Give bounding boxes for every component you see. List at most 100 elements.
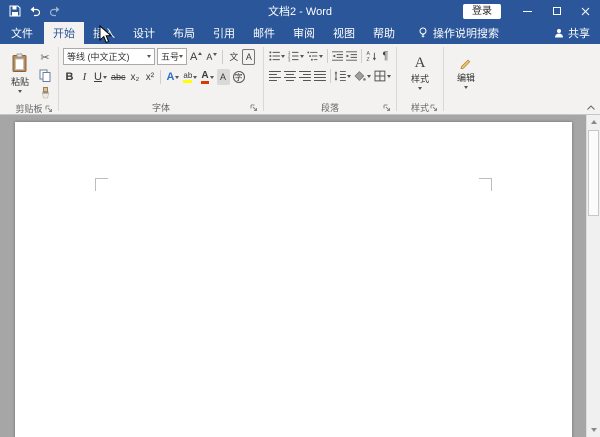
tab-home[interactable]: 开始	[44, 22, 84, 44]
tab-design[interactable]: 设计	[124, 22, 164, 44]
editing-group: 编辑	[444, 44, 488, 114]
tellme-label: 操作说明搜索	[433, 28, 499, 40]
document-page[interactable]	[15, 122, 572, 437]
maximize-button[interactable]	[542, 0, 571, 22]
share-label: 共享	[568, 28, 590, 40]
paragraph-dialog-launcher[interactable]	[383, 104, 391, 112]
undo-button[interactable]	[25, 1, 44, 21]
tab-references[interactable]: 引用	[204, 22, 244, 44]
signin-button[interactable]: 登录	[463, 3, 501, 19]
font-size-select[interactable]: 五号	[157, 48, 187, 65]
numbering-button[interactable]: 123	[287, 48, 305, 64]
word-window: 文档2 - Word 登录 文件 开始 插入 设计 布局 引用 邮件 审阅 视图…	[0, 0, 600, 437]
highlight-dropdown-arrow	[193, 75, 198, 79]
scroll-up-button[interactable]	[587, 115, 600, 129]
styles-button[interactable]: A 样式	[401, 47, 439, 98]
tab-insert[interactable]: 插入	[84, 22, 124, 44]
font-group-label: 字体	[151, 102, 170, 113]
cut-button[interactable]: ✂	[38, 49, 52, 65]
scroll-down-button[interactable]	[587, 423, 600, 437]
share-button[interactable]: 共享	[554, 22, 590, 44]
sort-button[interactable]: AZ	[365, 48, 378, 64]
quick-access-toolbar	[0, 1, 64, 21]
superscript-button[interactable]: x²	[143, 69, 156, 85]
margin-mark-topleft	[95, 178, 108, 191]
strikethrough-button[interactable]: abc	[110, 69, 127, 85]
highlight-button[interactable]: ab	[182, 69, 198, 85]
save-icon	[9, 5, 20, 17]
vertical-scrollbar[interactable]	[586, 115, 600, 437]
shading-button[interactable]	[353, 68, 372, 84]
tab-file[interactable]: 文件	[0, 22, 44, 44]
copy-button[interactable]	[38, 67, 52, 83]
grow-font-button[interactable]: A	[189, 49, 203, 65]
tab-help[interactable]: 帮助	[364, 22, 404, 44]
numbering-icon: 123	[288, 50, 299, 62]
font-group: 等线 (中文正文) 五号 A A 文 A B I U abc x₂ x² A a…	[59, 44, 263, 114]
shading-icon	[354, 71, 367, 81]
increase-indent-icon	[345, 51, 357, 61]
decrease-indent-button[interactable]	[331, 48, 344, 64]
line-spacing-button[interactable]	[333, 68, 352, 84]
paragraph-row-2	[268, 68, 392, 84]
align-right-button[interactable]	[298, 68, 312, 84]
increase-indent-button[interactable]	[345, 48, 358, 64]
show-hide-marks-button[interactable]: ¶	[379, 48, 392, 64]
bullets-button[interactable]	[268, 48, 286, 64]
editing-button[interactable]: 编辑	[448, 47, 484, 98]
tab-mailings[interactable]: 邮件	[244, 22, 284, 44]
paste-button[interactable]: 粘贴	[4, 47, 36, 98]
clipboard-group-label-row: 剪贴板	[4, 101, 54, 115]
phonetic-guide-button[interactable]: 文	[227, 49, 240, 65]
styles-group: A 样式 样式	[397, 44, 443, 114]
copy-icon	[39, 69, 51, 82]
tab-layout[interactable]: 布局	[164, 22, 204, 44]
styles-button-label: 样式	[410, 73, 429, 84]
justify-button[interactable]	[313, 68, 327, 84]
text-effects-button[interactable]: A	[165, 69, 180, 85]
character-shading-button[interactable]: A	[216, 69, 230, 85]
bold-button[interactable]: B	[63, 69, 76, 85]
align-left-button[interactable]	[268, 68, 282, 84]
clipboard-content: 粘贴 ✂	[4, 47, 54, 101]
tab-view[interactable]: 视图	[324, 22, 364, 44]
format-painter-button[interactable]	[38, 85, 52, 101]
font-name-select[interactable]: 等线 (中文正文)	[63, 48, 155, 65]
tab-review[interactable]: 审阅	[284, 22, 324, 44]
scrollbar-thumb[interactable]	[588, 130, 599, 216]
font-size-dropdown-arrow	[179, 55, 184, 58]
paragraph-group: 123 AZ ¶ 段落	[264, 44, 396, 114]
shrink-font-button[interactable]: A	[205, 49, 218, 65]
underline-button[interactable]: U	[93, 69, 108, 85]
borders-button[interactable]	[373, 68, 392, 84]
redo-icon	[49, 6, 59, 17]
styles-group-label-row: 样式	[401, 100, 439, 114]
maximize-icon	[552, 7, 561, 15]
clipboard-dialog-launcher[interactable]	[45, 105, 53, 113]
font-dialog-launcher[interactable]	[250, 104, 258, 112]
editing-button-label: 编辑	[456, 72, 475, 83]
row-separator	[360, 49, 362, 63]
character-border-button[interactable]: A	[242, 48, 256, 65]
styles-dialog-launcher[interactable]	[430, 104, 438, 112]
multilevel-list-button[interactable]	[306, 48, 324, 64]
title-bar: 文档2 - Word 登录	[0, 0, 600, 22]
styles-content: A 样式	[401, 47, 439, 100]
subscript-button[interactable]: x₂	[128, 69, 141, 85]
enclose-character-button[interactable]: 字	[232, 69, 246, 85]
grow-arrow-icon	[198, 51, 203, 55]
clipboard-group-label: 剪贴板	[15, 103, 43, 114]
minimize-button[interactable]	[513, 0, 542, 22]
text-effects-letter: A	[166, 71, 175, 83]
save-button[interactable]	[5, 1, 24, 21]
italic-button[interactable]: I	[78, 69, 91, 85]
document-area	[0, 115, 600, 437]
font-color-button[interactable]: A	[200, 69, 214, 85]
person-icon	[555, 29, 563, 38]
redo-button[interactable]	[45, 1, 64, 21]
align-center-button[interactable]	[283, 68, 297, 84]
font-name-value: 等线 (中文正文)	[67, 52, 130, 62]
tellme-search[interactable]: 操作说明搜索	[418, 22, 499, 44]
close-button[interactable]	[571, 0, 600, 22]
collapse-ribbon-button[interactable]	[586, 104, 596, 111]
